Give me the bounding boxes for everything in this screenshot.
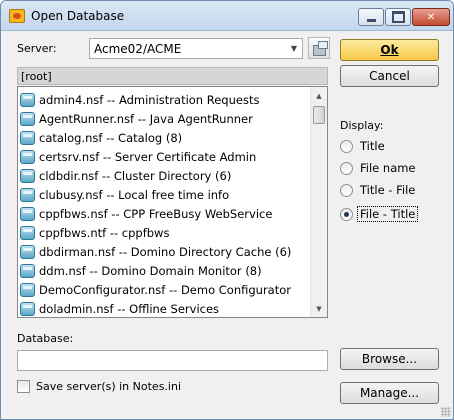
database-icon — [20, 282, 35, 297]
database-icon — [20, 92, 35, 107]
ok-button-label: Ok — [380, 43, 399, 57]
radio-label: Title - File — [360, 183, 416, 197]
title-bar[interactable]: Open Database ✕ — [1, 1, 453, 31]
close-button[interactable]: ✕ — [412, 8, 450, 26]
list-item[interactable]: cppfbws.ntf -- cppfbws — [20, 223, 310, 242]
current-path: [root] — [17, 67, 328, 85]
radio-button-selected[interactable] — [340, 207, 353, 221]
database-icon — [20, 206, 35, 221]
display-label: Display: — [340, 119, 384, 132]
server-browse-button[interactable] — [308, 37, 330, 59]
server-value: Acme02/ACME — [94, 42, 182, 56]
list-item[interactable]: clubusy.nsf -- Local free time info — [20, 185, 310, 204]
scroll-thumb[interactable] — [313, 106, 325, 124]
maximize-button[interactable] — [385, 8, 411, 26]
list-item[interactable]: catalog.nsf -- Catalog (8) — [20, 128, 310, 147]
database-icon — [20, 168, 35, 183]
radio-label: File - Title — [356, 206, 419, 222]
list-item-label: AgentRunner.nsf -- Java AgentRunner — [39, 111, 253, 126]
dialog-title: Open Database — [31, 9, 125, 23]
server-combobox[interactable]: Acme02/ACME ▼ — [89, 38, 303, 59]
list-item[interactable]: cldbdir.nsf -- Cluster Directory (6) — [20, 166, 310, 185]
list-item[interactable]: cppfbws.nsf -- CPP FreeBusy WebService — [20, 204, 310, 223]
chevron-down-icon[interactable]: ▼ — [286, 39, 302, 58]
save-servers-label: Save server(s) in Notes.ini — [36, 380, 182, 393]
radio-label: File name — [360, 161, 416, 175]
manage-button[interactable]: Manage... — [340, 382, 439, 404]
list-item-label: cppfbws.nsf -- CPP FreeBusy WebService — [39, 206, 273, 221]
database-icon — [20, 149, 35, 164]
database-icon — [20, 187, 35, 202]
database-icon — [20, 301, 35, 316]
scroll-down-icon[interactable]: ▼ — [311, 300, 327, 317]
notes-app-icon — [9, 9, 25, 23]
list-item-label: DemoConfigurator.nsf -- Demo Configurato… — [39, 282, 292, 297]
list-item-label: cldbdir.nsf -- Cluster Directory (6) — [39, 168, 232, 183]
list-item-label: admin4.nsf -- Administration Requests — [39, 92, 260, 107]
list-item[interactable]: doladmin.nsf -- Offline Services — [20, 299, 310, 317]
list-item-label: certsrv.nsf -- Server Certificate Admin — [39, 149, 257, 164]
path-text: [root] — [21, 70, 52, 83]
list-item-label: cppfbws.ntf -- cppfbws — [39, 225, 170, 240]
database-icon — [20, 263, 35, 278]
scroll-up-icon[interactable]: ▲ — [311, 87, 327, 104]
list-item[interactable]: DemoConfigurator.nsf -- Demo Configurato… — [20, 280, 310, 299]
database-icon — [20, 244, 35, 259]
display-option-file-title[interactable]: File - Title — [340, 205, 419, 223]
display-option-title[interactable]: Title — [340, 137, 387, 155]
close-icon: ✕ — [426, 11, 436, 23]
list-item-label: catalog.nsf -- Catalog (8) — [39, 130, 183, 145]
manage-button-label: Manage... — [359, 386, 420, 400]
radio-button[interactable] — [340, 161, 353, 175]
list-item-label: clubusy.nsf -- Local free time info — [39, 187, 230, 202]
list-item[interactable]: ddm.nsf -- Domino Domain Monitor (8) — [20, 261, 310, 280]
list-item-label: ddm.nsf -- Domino Domain Monitor (8) — [39, 263, 262, 278]
open-database-dialog: Open Database ✕ Server: Acme02/ACME ▼ [r… — [0, 0, 454, 420]
save-servers-checkbox[interactable] — [17, 380, 30, 393]
resize-grip[interactable] — [441, 407, 451, 417]
database-list[interactable]: admin4.nsf -- Administration Requests Ag… — [17, 86, 328, 318]
list-item-label: doladmin.nsf -- Offline Services — [39, 301, 220, 316]
display-option-title-file[interactable]: Title - File — [340, 181, 417, 199]
minimize-button[interactable] — [358, 8, 384, 26]
ok-button[interactable]: Ok — [340, 39, 439, 61]
display-option-file-name[interactable]: File name — [340, 159, 418, 177]
list-scrollbar[interactable]: ▲ ▼ — [310, 87, 327, 317]
list-item[interactable]: dbdirman.nsf -- Domino Directory Cache (… — [20, 242, 310, 261]
server-label: Server: — [17, 42, 57, 55]
database-icon — [20, 130, 35, 145]
database-icon — [20, 225, 35, 240]
radio-button[interactable] — [340, 183, 353, 197]
list-item[interactable]: certsrv.nsf -- Server Certificate Admin — [20, 147, 310, 166]
database-input[interactable] — [17, 350, 328, 371]
list-item[interactable]: AgentRunner.nsf -- Java AgentRunner — [20, 109, 310, 128]
database-icon — [20, 111, 35, 126]
browse-button[interactable]: Browse... — [340, 348, 439, 370]
radio-button[interactable] — [340, 139, 353, 153]
database-label: Database: — [17, 332, 74, 345]
radio-label: Title — [360, 139, 385, 153]
save-servers-option[interactable]: Save server(s) in Notes.ini — [17, 380, 181, 393]
list-item-label: dbdirman.nsf -- Domino Directory Cache (… — [39, 244, 292, 259]
browse-button-label: Browse... — [361, 352, 418, 366]
cancel-button-label: Cancel — [369, 69, 410, 83]
cancel-button[interactable]: Cancel — [340, 65, 439, 87]
list-item[interactable]: admin4.nsf -- Administration Requests — [20, 90, 310, 109]
